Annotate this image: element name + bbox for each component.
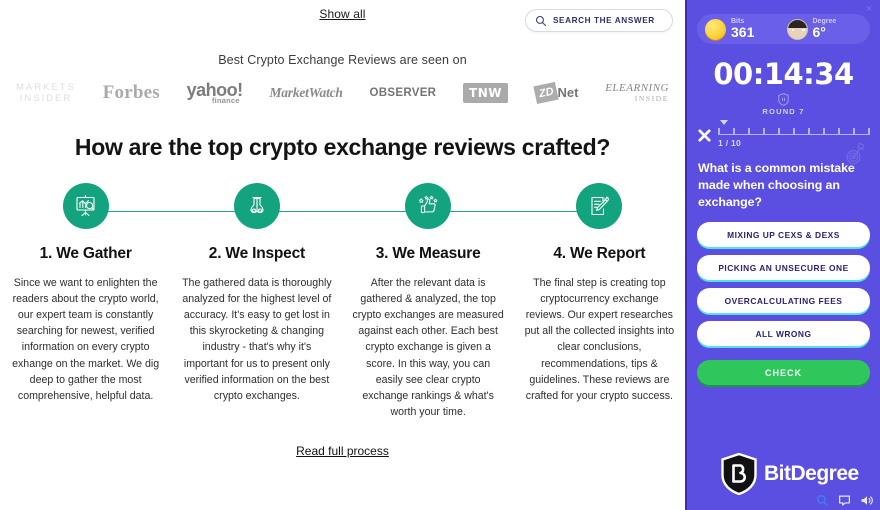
show-all-link[interactable]: Show all (319, 7, 365, 21)
press-logo-zdnet: ZD Net (533, 81, 578, 104)
round-label: ROUND 7 (762, 107, 805, 116)
quiz-timer: 00:14:34 (713, 57, 854, 91)
stat-bits-value: 361 (731, 24, 755, 41)
search-box[interactable]: SEARCH THE ANSWER (525, 9, 673, 32)
step-column: 3. We Measure After the relevant data is… (343, 245, 514, 421)
step-icon-document-pencil (576, 182, 623, 229)
target-icon (846, 142, 865, 164)
answer-option-4-label: ALL WRONG (755, 328, 812, 339)
answer-option-4[interactable]: ALL WRONG (697, 321, 870, 346)
step-icon-binoculars (233, 182, 280, 229)
stat-bits: Bits 361 (705, 18, 781, 40)
binoculars-icon (250, 196, 264, 213)
coin-icon (705, 18, 726, 40)
stat-degree: Degree 6° (786, 18, 863, 41)
bitdegree-shield-icon (721, 453, 757, 495)
step-title: 1. We Gather (39, 244, 132, 262)
document-pencil-icon (591, 196, 610, 215)
screenshot-root: Show all SEARCH THE ANSWER Best Crypto E… (0, 0, 880, 510)
chat-icon[interactable] (838, 494, 851, 507)
process-steps: 1. We Gather Since we want to enlighten … (0, 182, 685, 421)
shield-icon (778, 93, 789, 106)
markets-insider-line1: MARKETS (16, 81, 76, 93)
footer-icon-row (816, 494, 874, 507)
search-icon (535, 15, 547, 26)
step-title: 4. We Report (553, 244, 646, 262)
page-title: How are the top crypto exchange reviews … (74, 133, 611, 160)
step-body: The gathered data is thoroughly analyzed… (182, 276, 332, 402)
brand-name: BitDegree (764, 462, 859, 485)
answer-option-1-label: MIXING UP CEXS & DEXS (727, 229, 840, 240)
answer-option-2-label: PICKING AN UNSECURE ONE (718, 262, 849, 273)
markets-insider-line2: INSIDER (19, 92, 73, 104)
press-logo-observer: OBSERVER (369, 86, 437, 99)
answer-option-3-label: OVERCALCULATING FEES (724, 295, 843, 306)
search-input[interactable]: SEARCH THE ANSWER (553, 16, 655, 25)
step-icon-chart-analysis (62, 182, 109, 229)
quiz-question: What is a common mistake made when choos… (698, 161, 855, 209)
stat-degree-value: 6° (812, 24, 826, 41)
press-logo-yahoo-finance: yahoo! finance (186, 80, 244, 105)
brand-logo: BitDegree (721, 453, 859, 495)
check-button[interactable]: CHECK (697, 360, 870, 385)
quiz-panel: × Bits 361 Degree 6° 00:14:34 ROUND 7 1 … (685, 0, 880, 510)
chart-analysis-icon (76, 194, 95, 216)
read-full-row: Read full process (0, 442, 685, 460)
step-icon-thumbs-up-stars (405, 182, 452, 229)
answer-option-3[interactable]: OVERCALCULATING FEES (697, 288, 870, 313)
round-indicator: ROUND 7 (687, 93, 880, 116)
step-column: 4. We Report The final step is creating … (514, 245, 685, 421)
page-content: Show all SEARCH THE ANSWER Best Crypto E… (0, 0, 685, 510)
stats-pill: Bits 361 Degree 6° (697, 14, 870, 44)
answer-option-2[interactable]: PICKING AN UNSECURE ONE (697, 255, 870, 280)
step-title: 3. We Measure (375, 244, 481, 262)
check-button-label: CHECK (764, 367, 802, 378)
press-logo-tnw: TNW (463, 82, 509, 103)
press-logo-row: MARKETS INSIDER Forbes yahoo! finance Ma… (0, 67, 685, 105)
step-columns: 1. We Gather Since we want to enlighten … (0, 245, 685, 421)
sound-icon[interactable] (860, 494, 874, 507)
press-logo-markets-insider: MARKETS INSIDER (16, 82, 76, 104)
step-body: After the relevant data is gathered & an… (352, 276, 504, 419)
progress-row: 1 / 10 (697, 120, 870, 164)
read-full-process-link[interactable]: Read full process (296, 444, 389, 458)
quiz-exit-icon[interactable] (697, 128, 712, 143)
thumbs-up-stars-icon (418, 195, 438, 213)
progress-track[interactable] (718, 125, 870, 135)
step-column: 2. We Inspect The gathered data is thoro… (171, 245, 342, 421)
answer-option-1[interactable]: MIXING UP CEXS & DEXS (697, 222, 870, 247)
close-icon[interactable]: × (863, 3, 875, 15)
brand-footer: BitDegree (687, 453, 880, 510)
avatar-icon (786, 18, 808, 40)
press-logo-elearning-inside: ELEARNING INSIDE (605, 81, 669, 103)
step-body: Since we want to enlighten the readers a… (12, 276, 160, 402)
press-logo-forbes: Forbes (102, 81, 160, 103)
step-body: The final step is creating top cryptocur… (524, 276, 675, 402)
quiz-answers: MIXING UP CEXS & DEXS PICKING AN UNSECUR… (697, 222, 870, 346)
step-column: 1. We Gather Since we want to enlighten … (0, 245, 171, 421)
step-title: 2. We Inspect (208, 244, 305, 262)
press-logo-marketwatch: MarketWatch (269, 84, 343, 100)
search-icon[interactable] (816, 494, 829, 507)
step-icons-row (0, 182, 685, 229)
seen-on-label: Best Crypto Exchange Reviews are seen on (218, 53, 467, 67)
